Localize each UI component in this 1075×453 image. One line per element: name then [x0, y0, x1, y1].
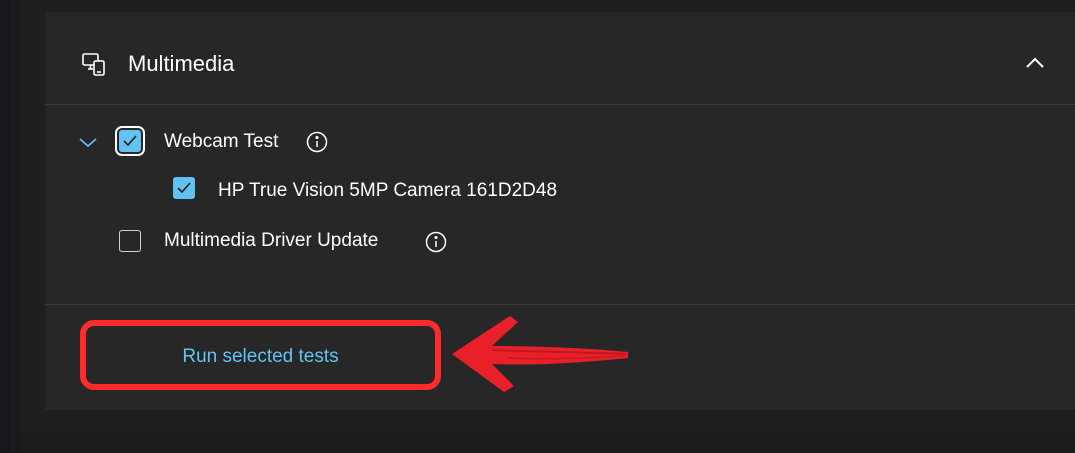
collapse-section-button[interactable] [1018, 48, 1052, 78]
checkmark-icon [177, 182, 191, 194]
background-strip [0, 0, 10, 453]
info-icon[interactable] [425, 231, 447, 253]
header-divider [45, 104, 1075, 105]
annotation-arrow-icon [452, 316, 628, 392]
driver-update-checkbox[interactable] [119, 230, 141, 252]
camera-device-checkbox[interactable] [173, 177, 195, 199]
camera-device-label: HP True Vision 5MP Camera 161D2D48 [218, 180, 558, 201]
expand-webcam-test-chevron[interactable] [77, 132, 99, 152]
webcam-test-checkbox[interactable] [115, 126, 145, 156]
next-card-edge [20, 432, 1075, 453]
section-title: Multimedia [128, 51, 235, 76]
footer-divider [45, 304, 1075, 305]
chevron-up-icon [1026, 57, 1044, 68]
webcam-test-label: Webcam Test [164, 131, 279, 152]
checkmark-icon [123, 135, 137, 147]
chevron-down-icon [79, 138, 97, 148]
annotation-highlight-box [80, 320, 441, 390]
devices-icon [81, 50, 107, 78]
driver-update-label: Multimedia Driver Update [164, 230, 379, 251]
info-icon[interactable] [306, 131, 328, 153]
